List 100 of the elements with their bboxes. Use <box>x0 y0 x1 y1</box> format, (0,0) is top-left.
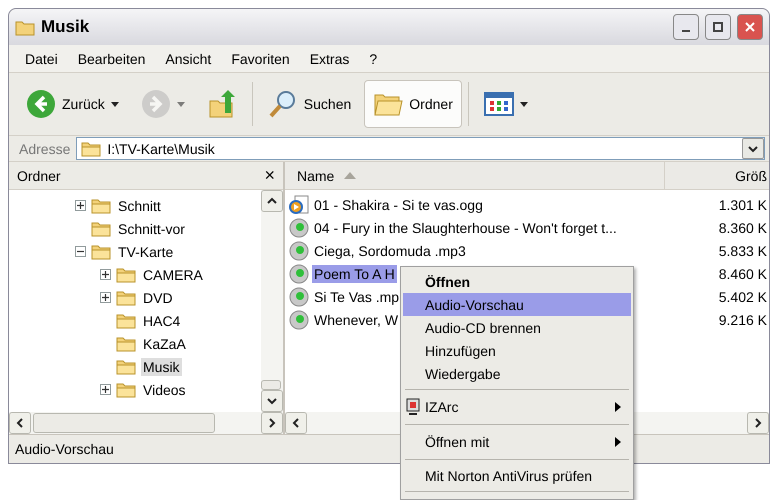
close-button[interactable]: × <box>264 165 275 186</box>
audio-file-icon <box>289 286 309 306</box>
menu-item[interactable]: Datei <box>15 50 68 66</box>
menu-item[interactable]: Öffnen mit <box>403 429 631 455</box>
folders-button[interactable]: Ordner <box>364 80 462 128</box>
menu-item[interactable]: Öffnen <box>403 270 631 293</box>
folder-icon <box>116 266 136 283</box>
audio-file-icon <box>289 240 309 260</box>
file-name[interactable]: Whenever, W <box>312 310 400 328</box>
plus-icon <box>102 271 109 278</box>
address-label: Adresse <box>19 140 70 156</box>
file-name[interactable]: 01 - Shakira - Si te vas.ogg <box>312 196 485 214</box>
menu-item[interactable]: Ansicht <box>155 50 222 66</box>
folder-tree-item[interactable]: DVD <box>141 288 175 306</box>
menu-item[interactable]: Audio-Vorschau <box>403 293 631 316</box>
folder-icon <box>81 140 102 157</box>
chevron-left-icon <box>15 418 25 428</box>
window-title: Musik <box>41 17 90 37</box>
minimize-button[interactable] <box>673 14 699 40</box>
file-name[interactable]: Ciega, Sordomuda .mp3 <box>312 242 468 260</box>
menu-item[interactable]: Wiedergabe <box>403 362 631 385</box>
menu-item[interactable]: Mit Norton AntiVirus prüfen <box>403 464 631 487</box>
menu-item[interactable]: IZArc <box>403 394 631 420</box>
status-text: Audio-Vorschau <box>15 441 114 457</box>
audio-file-icon <box>289 218 309 238</box>
submenu-arrow-icon <box>615 437 621 447</box>
maximize-icon <box>713 22 723 32</box>
views-icon <box>484 92 514 116</box>
scroll-right-button[interactable] <box>747 412 769 434</box>
scroll-left-button[interactable] <box>285 412 307 434</box>
caret-icon <box>110 102 119 106</box>
file-name[interactable]: 04 - Fury in the Slaughterhouse - Won't forget t... <box>312 218 619 236</box>
file-name[interactable]: Poem To A H <box>312 264 397 282</box>
search-icon <box>268 89 298 119</box>
file-name[interactable]: Si Te Vas .mp <box>312 288 402 306</box>
folder-icon <box>116 381 136 398</box>
folder-tree-item[interactable]: CAMERA <box>141 266 205 284</box>
folder-tree-item[interactable]: Videos <box>141 380 188 398</box>
scrollbar-thumb[interactable] <box>33 413 215 433</box>
expand-toggle[interactable] <box>100 269 111 280</box>
chevron-right-icon <box>753 418 763 428</box>
folder-tree-item[interactable]: TV-Karte <box>116 242 176 260</box>
menu-item[interactable]: Favoriten <box>221 50 300 66</box>
expand-toggle[interactable] <box>100 384 111 395</box>
search-button[interactable]: Suchen <box>258 80 360 128</box>
maximize-button[interactable] <box>705 14 731 40</box>
close-icon <box>745 22 755 32</box>
file-size: 1.301 K <box>718 196 768 212</box>
folder-icon <box>116 312 136 329</box>
menu-item[interactable]: Extras <box>300 50 360 66</box>
plus-icon <box>102 294 109 301</box>
file-size: 8.460 K <box>718 266 768 282</box>
folder-icon <box>91 220 111 237</box>
file-size: 5.833 K <box>718 242 768 258</box>
media-file-icon <box>289 194 309 214</box>
minimize-icon <box>682 30 690 32</box>
menu-item[interactable]: Hinzufügen <box>403 339 631 362</box>
folder-icon <box>91 197 111 214</box>
folder-icon <box>116 358 136 375</box>
back-button[interactable]: Zurück <box>17 80 128 128</box>
file-size: 5.402 K <box>718 288 768 304</box>
scroll-left-button[interactable] <box>9 412 31 434</box>
folder-icon <box>116 335 136 352</box>
folder-tree-item[interactable]: HAC4 <box>141 312 182 330</box>
folder-tree-item[interactable]: Schnitt <box>116 196 163 214</box>
address-field[interactable]: I:\TV-Karte\Musik <box>76 137 765 160</box>
chevron-right-icon <box>267 418 277 428</box>
folder-tree-item[interactable]: KaZaA <box>141 334 188 352</box>
file-size: 8.360 K <box>718 220 768 236</box>
scroll-right-button[interactable] <box>261 412 283 434</box>
expand-toggle[interactable] <box>100 292 111 303</box>
audio-file-icon <box>289 310 309 330</box>
chevron-left-icon <box>291 418 301 428</box>
plus-icon <box>102 386 109 393</box>
archive-app-icon <box>405 398 421 416</box>
scroll-down-button[interactable] <box>261 390 283 412</box>
folder-tree-item[interactable]: Schnitt-vor <box>116 220 187 238</box>
plus-icon <box>77 202 84 209</box>
collapse-toggle[interactable] <box>75 246 86 257</box>
menu-item[interactable]: Audio-CD brennen <box>403 316 631 339</box>
menu-item[interactable]: Bearbeiten <box>68 50 156 66</box>
scrollbar-thumb[interactable] <box>261 380 281 390</box>
audio-file-icon <box>289 264 309 284</box>
column-header[interactable]: Größ <box>665 162 769 189</box>
pane-title: Ordner <box>17 168 61 184</box>
dropdown-button[interactable] <box>742 138 764 159</box>
expand-toggle[interactable] <box>75 200 86 211</box>
folder-tree-item[interactable]: Musik <box>141 358 182 376</box>
file-size: 9.216 K <box>718 312 768 328</box>
folder-icon <box>116 289 136 306</box>
chevron-down-icon <box>267 396 277 406</box>
folder-icon <box>15 18 35 36</box>
column-header[interactable]: Name <box>285 162 665 189</box>
scroll-up-button[interactable] <box>261 190 283 212</box>
folder-icon <box>91 243 111 260</box>
folder-up-icon <box>206 89 237 119</box>
close-button[interactable] <box>737 14 763 40</box>
submenu-arrow-icon <box>615 402 621 412</box>
menu-item[interactable]: ? <box>359 50 388 66</box>
caret-icon <box>520 102 528 106</box>
